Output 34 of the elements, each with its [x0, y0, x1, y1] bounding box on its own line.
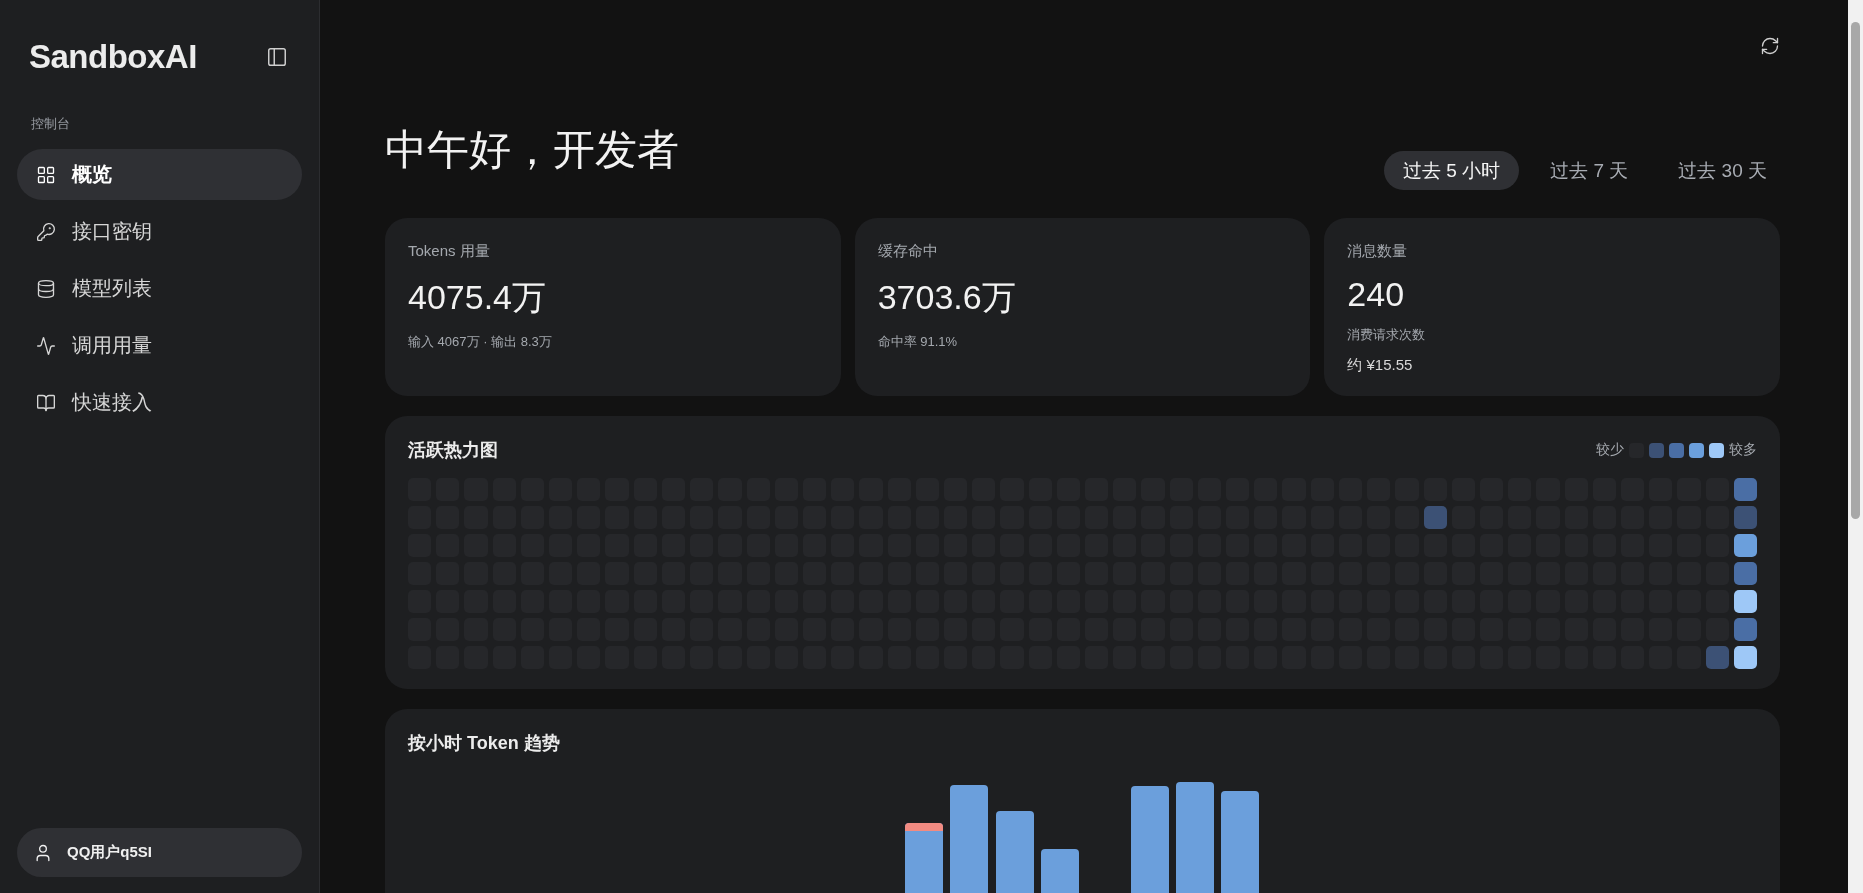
- stat-detail: 消费请求次数: [1347, 326, 1427, 344]
- nav-item[interactable]: 调用用量: [17, 320, 302, 371]
- stat-detail: 命中率 91.1%: [877, 333, 959, 351]
- range-tab[interactable]: 过去 30 天: [1659, 151, 1786, 190]
- stat-detail: 输入 4067万 · 输出 8.3万: [408, 333, 553, 351]
- stat-value: 3703.6万: [877, 277, 1017, 318]
- heatmap-title: 活跃热力图: [408, 439, 498, 462]
- section-label: 控制台: [31, 115, 71, 133]
- logo: SandboxAI: [29, 38, 197, 76]
- grid-icon: [36, 164, 56, 185]
- legend-less-label: 较少: [1596, 441, 1624, 459]
- stat-label: 消息数量: [1347, 242, 1409, 261]
- database-icon: [36, 278, 56, 299]
- scrollbar[interactable]: [1848, 0, 1863, 893]
- nav-item[interactable]: 快速接入: [17, 377, 302, 428]
- nav-item[interactable]: 接口密钥: [17, 206, 302, 257]
- stat-cost: 约 ¥15.55: [1347, 356, 1414, 375]
- stat-value: 4075.4万: [408, 277, 547, 318]
- chart-bar: [1041, 849, 1079, 893]
- nav-item[interactable]: 模型列表: [17, 263, 302, 314]
- stat-label: Tokens 用量: [408, 242, 491, 261]
- greeting: 中午好，开发者: [385, 125, 679, 175]
- trend-title: 按小时 Token 趋势: [408, 732, 561, 755]
- legend-more-label: 较多: [1729, 441, 1757, 459]
- stat-value: 240: [1347, 275, 1406, 314]
- chart-bar: [905, 823, 943, 893]
- book-icon: [36, 392, 56, 413]
- range-tab[interactable]: 过去 5 小时: [1384, 151, 1520, 190]
- key-icon: [36, 221, 56, 242]
- stat-label: 缓存命中: [877, 242, 939, 261]
- nav-item[interactable]: 概览: [17, 149, 302, 200]
- user-button[interactable]: QQ用户q5SI: [17, 828, 302, 877]
- pulse-icon: [36, 335, 56, 356]
- range-tab[interactable]: 过去 7 天: [1531, 151, 1648, 190]
